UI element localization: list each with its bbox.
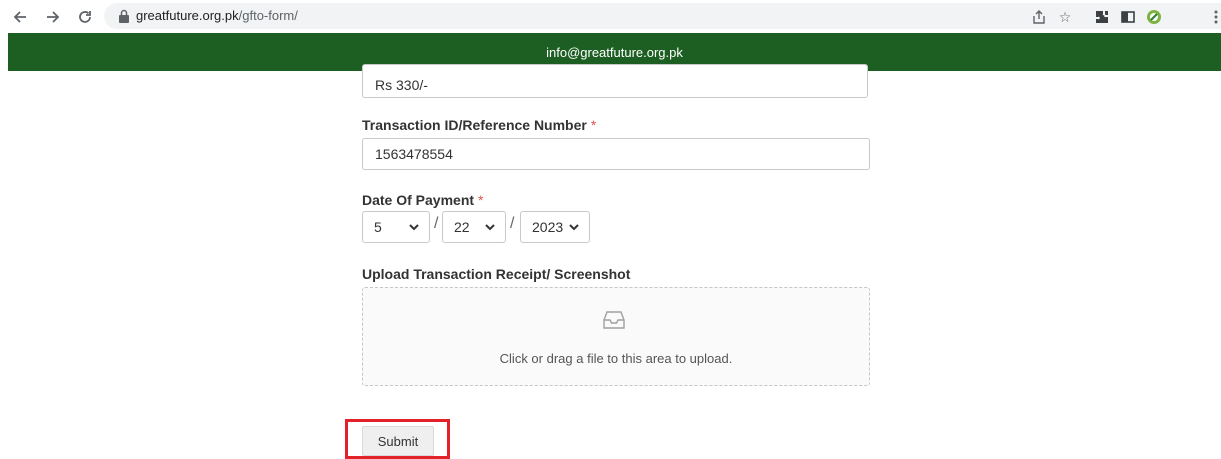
- reload-icon[interactable]: [74, 6, 96, 28]
- upload-dropzone[interactable]: Click or drag a file to this area to upl…: [362, 287, 870, 386]
- required-marker: *: [590, 117, 597, 133]
- amount-field[interactable]: Rs 330/-: [362, 64, 868, 98]
- date-separator: /: [434, 215, 439, 232]
- month-select[interactable]: 5: [362, 211, 430, 243]
- extension-badge-icon[interactable]: [1145, 8, 1163, 26]
- lock-icon: [119, 9, 129, 23]
- share-icon[interactable]: [1030, 8, 1048, 26]
- chevron-down-icon: [409, 223, 419, 230]
- upload-label: Upload Transaction Receipt/ Screenshot: [362, 266, 631, 282]
- transaction-id-input[interactable]: 1563478554: [362, 138, 870, 170]
- required-marker: *: [478, 192, 484, 208]
- date-of-payment-label: Date Of Payment *: [362, 192, 484, 208]
- year-select[interactable]: 2023: [520, 211, 590, 243]
- inbox-icon: [603, 311, 625, 329]
- address-bar[interactable]: greatfuture.org.pk/gfto-form/ ☆: [104, 3, 1221, 29]
- forward-arrow-icon[interactable]: [42, 6, 64, 28]
- day-select[interactable]: 22: [442, 211, 506, 243]
- extensions-icon[interactable]: [1093, 8, 1111, 26]
- banner-email[interactable]: info@greatfuture.org.pk: [546, 45, 683, 60]
- submit-button[interactable]: Submit: [362, 426, 434, 456]
- back-arrow-icon[interactable]: [9, 6, 31, 28]
- sidepanel-icon[interactable]: [1119, 8, 1137, 26]
- url-text: greatfuture.org.pk/gfto-form/: [136, 8, 298, 23]
- upload-hint: Click or drag a file to this area to upl…: [499, 351, 733, 366]
- browser-toolbar: greatfuture.org.pk/gfto-form/ ☆: [0, 0, 1221, 33]
- menu-icon[interactable]: [1207, 8, 1221, 26]
- date-separator: /: [510, 215, 515, 232]
- chevron-down-icon: [485, 223, 495, 230]
- chevron-down-icon: [569, 223, 579, 230]
- transaction-id-label: Transaction ID/Reference Number *: [362, 117, 597, 133]
- star-icon[interactable]: ☆: [1056, 8, 1074, 26]
